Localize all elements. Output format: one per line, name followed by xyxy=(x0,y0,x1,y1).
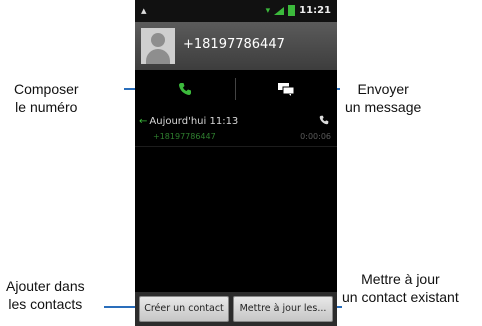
callout-add-contact: Ajouter dans les contacts xyxy=(6,277,85,313)
avatar-icon[interactable] xyxy=(141,28,175,64)
action-row xyxy=(135,70,337,108)
callout-call-line1: Composer xyxy=(14,81,79,97)
callout-update-contact: Mettre à jour un contact existant xyxy=(342,270,459,306)
incoming-call-icon: ← xyxy=(139,116,148,127)
callout-add-line2: les contacts xyxy=(8,296,83,312)
signal-icon xyxy=(274,6,285,15)
history-title: Aujourd'hui 11:13 xyxy=(149,116,239,127)
callout-update-line2: un contact existant xyxy=(342,289,459,305)
history-number: +18197786447 xyxy=(153,132,216,141)
battery-icon xyxy=(288,5,296,16)
call-history-item[interactable]: ← Aujourd'hui 11:13 +18197786447 0:00:06 xyxy=(135,110,337,146)
contact-header: +18197786447 xyxy=(135,22,337,70)
history-divider xyxy=(135,146,337,147)
callout-update-line1: Mettre à jour xyxy=(361,271,440,287)
callout-call-line2: le numéro xyxy=(15,99,78,115)
update-contact-button[interactable]: Mettre à jour les... xyxy=(233,296,333,322)
callout-add-line1: Ajouter dans xyxy=(6,278,85,294)
status-indicators: ▾ 11:21 xyxy=(266,5,331,16)
action-divider xyxy=(235,78,236,100)
phone-icon xyxy=(319,115,329,125)
history-duration: 0:00:06 xyxy=(300,132,331,141)
wifi-icon: ▾ xyxy=(265,5,271,16)
call-icon xyxy=(179,83,191,95)
callout-call: Composer le numéro xyxy=(14,80,79,116)
call-button[interactable] xyxy=(135,70,235,108)
callout-message-line1: Envoyer xyxy=(357,81,409,97)
create-contact-button[interactable]: Créer un contact xyxy=(139,296,229,322)
status-bar: ▴ ▾ 11:21 xyxy=(135,0,337,22)
phone-screen: ▴ ▾ 11:21 +18197786447 ← Aujourd'hui 11:… xyxy=(135,0,337,326)
callout-message-line2: un message xyxy=(345,99,422,115)
contact-phone-number: +18197786447 xyxy=(183,37,285,52)
message-icon xyxy=(278,83,295,96)
history-title-row: ← Aujourd'hui 11:13 xyxy=(139,116,238,127)
message-button[interactable] xyxy=(237,70,337,108)
notification-icon: ▴ xyxy=(141,4,147,17)
bottom-action-bar: Créer un contact Mettre à jour les... xyxy=(135,292,337,326)
callout-message: Envoyer un message xyxy=(345,80,421,116)
status-time: 11:21 xyxy=(299,5,331,16)
